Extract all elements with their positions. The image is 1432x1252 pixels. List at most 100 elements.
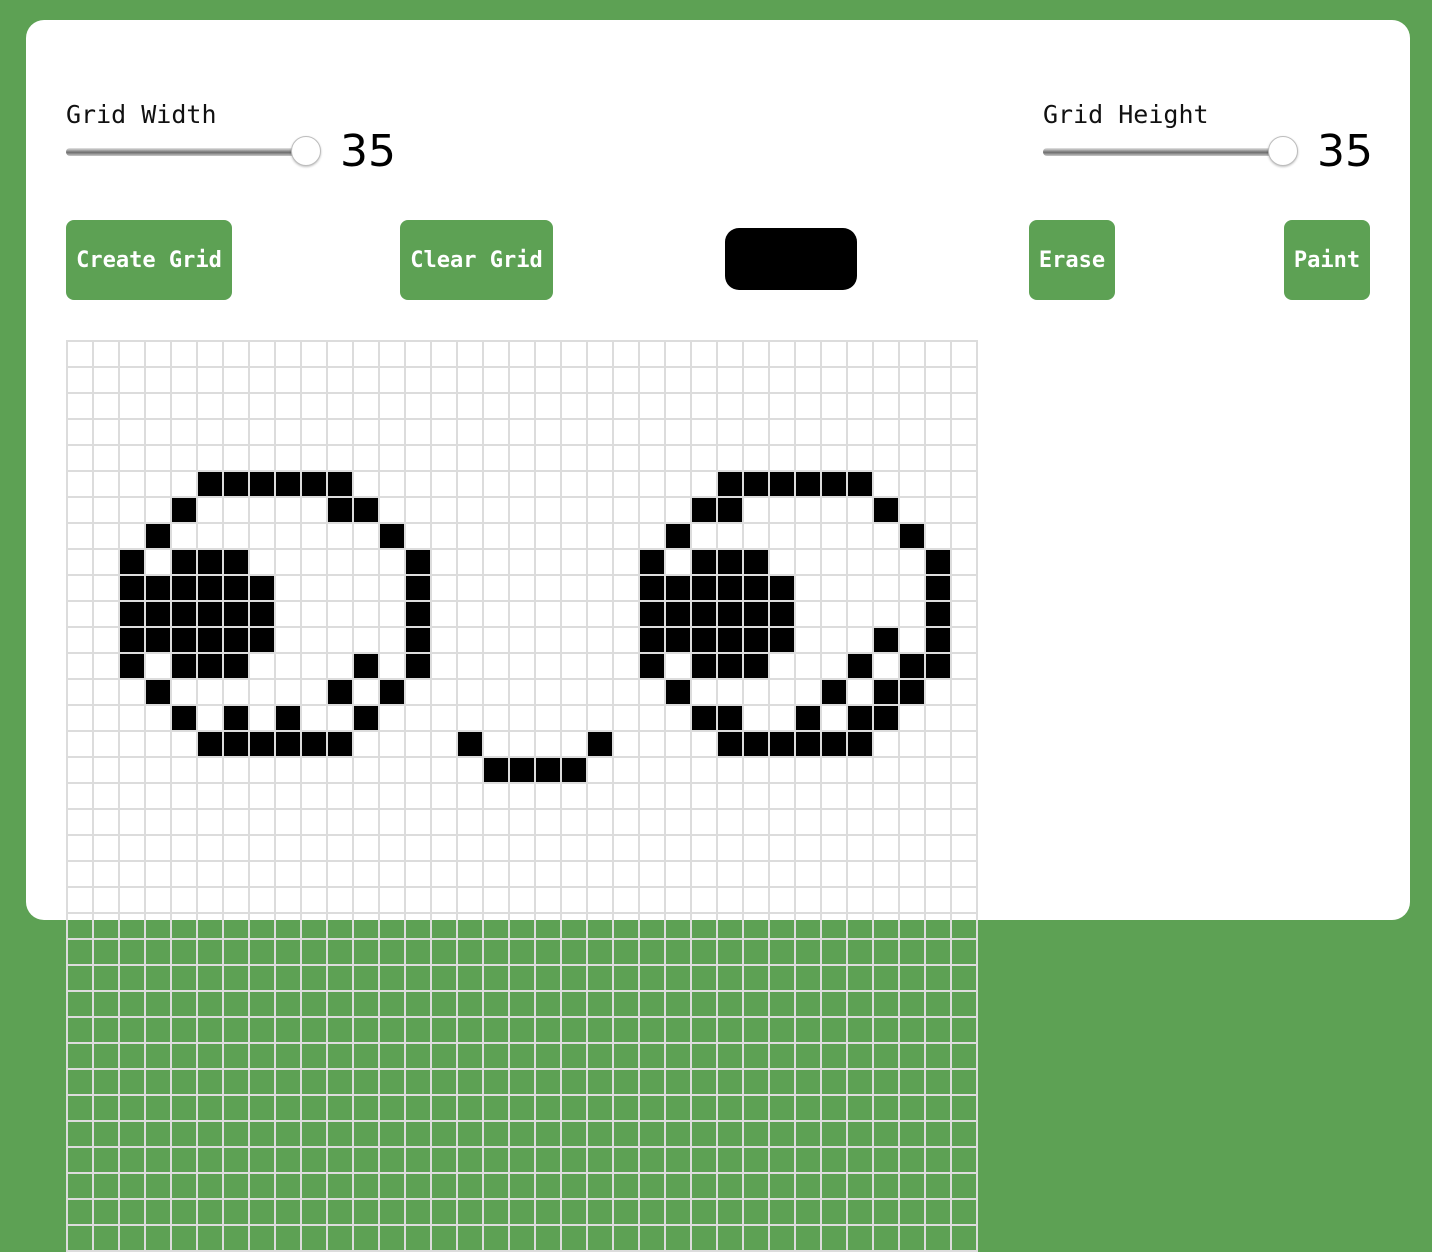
grid-cell[interactable] bbox=[924, 756, 952, 784]
grid-cell[interactable] bbox=[300, 730, 328, 758]
grid-cell[interactable] bbox=[482, 1198, 510, 1226]
grid-cell[interactable] bbox=[118, 990, 146, 1018]
grid-cell[interactable] bbox=[248, 1094, 276, 1122]
grid-cell[interactable] bbox=[326, 340, 354, 368]
grid-cell[interactable] bbox=[664, 392, 692, 420]
grid-cell[interactable] bbox=[170, 990, 198, 1018]
grid-cell[interactable] bbox=[248, 730, 276, 758]
grid-cell[interactable] bbox=[846, 938, 874, 966]
grid-cell[interactable] bbox=[482, 860, 510, 888]
grid-cell[interactable] bbox=[924, 418, 952, 446]
grid-cell[interactable] bbox=[560, 600, 588, 628]
grid-cell[interactable] bbox=[534, 1198, 562, 1226]
grid-cell[interactable] bbox=[924, 1198, 952, 1226]
grid-cell[interactable] bbox=[690, 990, 718, 1018]
grid-cell[interactable] bbox=[352, 1094, 380, 1122]
grid-cell[interactable] bbox=[248, 1120, 276, 1148]
grid-cell[interactable] bbox=[66, 1120, 94, 1148]
grid-cell[interactable] bbox=[404, 522, 432, 550]
grid-cell[interactable] bbox=[560, 964, 588, 992]
grid-cell[interactable] bbox=[222, 808, 250, 836]
grid-cell[interactable] bbox=[222, 678, 250, 706]
grid-cell[interactable] bbox=[534, 756, 562, 784]
grid-cell[interactable] bbox=[508, 808, 536, 836]
grid-cell[interactable] bbox=[924, 860, 952, 888]
grid-cell[interactable] bbox=[586, 444, 614, 472]
grid-cell[interactable] bbox=[846, 1120, 874, 1148]
grid-cell[interactable] bbox=[274, 1146, 302, 1174]
grid-cell[interactable] bbox=[768, 938, 796, 966]
grid-cell[interactable] bbox=[222, 834, 250, 862]
grid-cell[interactable] bbox=[716, 860, 744, 888]
grid-cell[interactable] bbox=[144, 1068, 172, 1096]
grid-cell[interactable] bbox=[534, 1042, 562, 1070]
grid-cell[interactable] bbox=[898, 912, 926, 940]
grid-cell[interactable] bbox=[742, 392, 770, 420]
grid-cell[interactable] bbox=[664, 860, 692, 888]
grid-cell[interactable] bbox=[430, 964, 458, 992]
grid-cell[interactable] bbox=[300, 548, 328, 576]
grid-cell[interactable] bbox=[456, 1146, 484, 1174]
grid-cell[interactable] bbox=[820, 1198, 848, 1226]
grid-cell[interactable] bbox=[144, 964, 172, 992]
grid-cell[interactable] bbox=[92, 652, 120, 680]
grid-cell[interactable] bbox=[768, 1094, 796, 1122]
grid-cell[interactable] bbox=[534, 626, 562, 654]
grid-cell[interactable] bbox=[248, 444, 276, 472]
grid-cell[interactable] bbox=[534, 1068, 562, 1096]
grid-cell[interactable] bbox=[508, 860, 536, 888]
grid-width-slider-thumb[interactable] bbox=[291, 136, 321, 166]
grid-cell[interactable] bbox=[352, 548, 380, 576]
grid-cell[interactable] bbox=[222, 548, 250, 576]
grid-cell[interactable] bbox=[716, 340, 744, 368]
grid-cell[interactable] bbox=[534, 912, 562, 940]
grid-cell[interactable] bbox=[404, 964, 432, 992]
grid-cell[interactable] bbox=[560, 990, 588, 1018]
grid-cell[interactable] bbox=[404, 392, 432, 420]
grid-cell[interactable] bbox=[404, 1042, 432, 1070]
grid-cell[interactable] bbox=[456, 574, 484, 602]
grid-cell[interactable] bbox=[274, 1224, 302, 1252]
grid-cell[interactable] bbox=[924, 652, 952, 680]
grid-cell[interactable] bbox=[872, 756, 900, 784]
grid-cell[interactable] bbox=[664, 1042, 692, 1070]
grid-cell[interactable] bbox=[248, 652, 276, 680]
grid-cell[interactable] bbox=[638, 366, 666, 394]
grid-cell[interactable] bbox=[378, 912, 406, 940]
grid-cell[interactable] bbox=[586, 782, 614, 810]
grid-cell[interactable] bbox=[92, 938, 120, 966]
grid-cell[interactable] bbox=[66, 470, 94, 498]
grid-cell[interactable] bbox=[404, 730, 432, 758]
grid-cell[interactable] bbox=[638, 548, 666, 576]
grid-cell[interactable] bbox=[768, 1016, 796, 1044]
grid-cell[interactable] bbox=[690, 366, 718, 394]
grid-cell[interactable] bbox=[248, 1224, 276, 1252]
grid-cell[interactable] bbox=[300, 834, 328, 862]
grid-cell[interactable] bbox=[716, 834, 744, 862]
grid-cell[interactable] bbox=[898, 626, 926, 654]
grid-cell[interactable] bbox=[300, 1042, 328, 1070]
grid-cell[interactable] bbox=[768, 392, 796, 420]
grid-cell[interactable] bbox=[144, 860, 172, 888]
grid-cell[interactable] bbox=[274, 1042, 302, 1070]
grid-cell[interactable] bbox=[898, 704, 926, 732]
grid-cell[interactable] bbox=[378, 470, 406, 498]
grid-cell[interactable] bbox=[716, 886, 744, 914]
grid-cell[interactable] bbox=[846, 548, 874, 576]
grid-cell[interactable] bbox=[560, 626, 588, 654]
grid-cell[interactable] bbox=[430, 1198, 458, 1226]
grid-cell[interactable] bbox=[846, 756, 874, 784]
grid-cell[interactable] bbox=[872, 1224, 900, 1252]
grid-cell[interactable] bbox=[846, 444, 874, 472]
grid-cell[interactable] bbox=[170, 1146, 198, 1174]
grid-cell[interactable] bbox=[430, 574, 458, 602]
grid-cell[interactable] bbox=[352, 496, 380, 524]
grid-cell[interactable] bbox=[404, 834, 432, 862]
grid-cell[interactable] bbox=[456, 600, 484, 628]
grid-cell[interactable] bbox=[430, 1146, 458, 1174]
grid-cell[interactable] bbox=[820, 678, 848, 706]
grid-cell[interactable] bbox=[456, 418, 484, 446]
grid-cell[interactable] bbox=[638, 912, 666, 940]
grid-cell[interactable] bbox=[352, 626, 380, 654]
grid-cell[interactable] bbox=[456, 938, 484, 966]
